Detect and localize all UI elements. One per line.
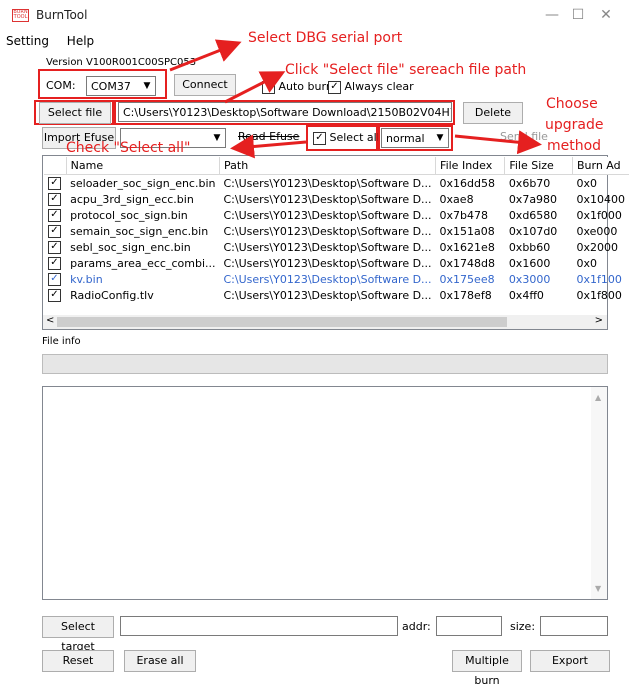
arrow-dbg	[169, 39, 242, 72]
annotation-method: method	[547, 138, 602, 154]
arrow-select-file	[224, 71, 286, 104]
arrow-select-all	[230, 134, 307, 159]
annotation-dbg: Select DBG serial port	[248, 30, 403, 46]
annotation-select-file: Click "Select file" sereach file path	[285, 62, 527, 78]
annotation-arrows	[169, 39, 542, 159]
annotation-choose: Choose	[546, 96, 598, 112]
arrow-method	[454, 130, 542, 155]
annotation-check-all: Check "Select all"	[66, 140, 191, 156]
annotation-upgrade: upgrade	[545, 117, 604, 133]
burntool-window: BURN TOOL BurnTool — ☐ ✕ Setting Help Ver…	[0, 0, 629, 691]
